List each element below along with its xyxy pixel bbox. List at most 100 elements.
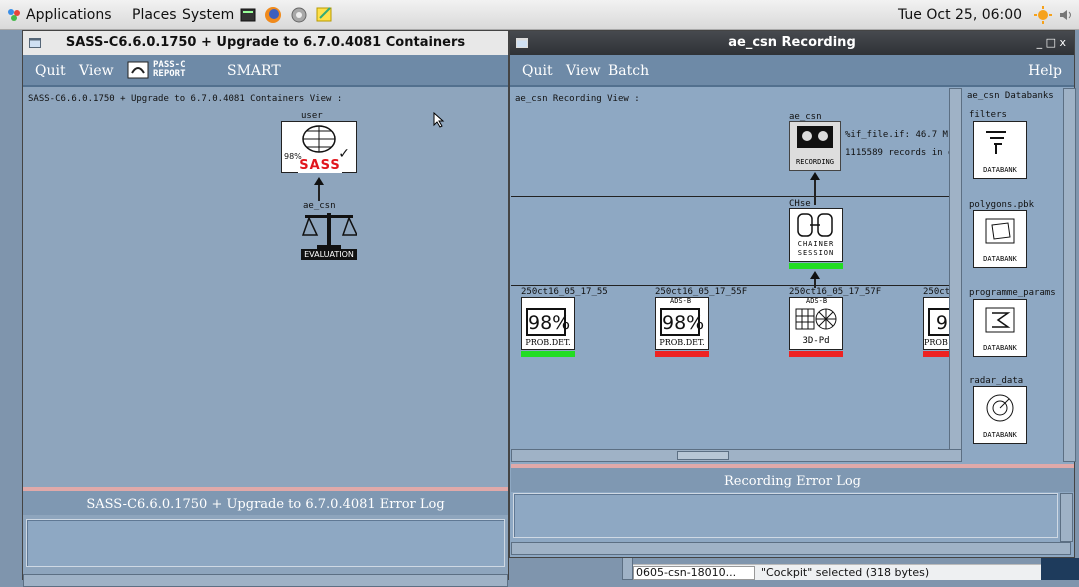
recording-canvas[interactable]: ae_csn Recording View : ae_csn RECORDING…: [511, 88, 949, 451]
containers-window-title-bar[interactable]: SASS-C6.6.0.1750 + Upgrade to 6.7.0.4081…: [23, 31, 508, 55]
chainer-session-icon[interactable]: CHAINER SESSION: [789, 208, 843, 262]
radar-icon: [986, 394, 1014, 422]
databank-caption: DATABANK: [983, 166, 1017, 174]
filter-icon: [986, 131, 1006, 154]
recording-icon[interactable]: RECORDING: [789, 121, 841, 171]
sass-text: SASS: [298, 158, 342, 173]
node-status-bar: [923, 351, 949, 357]
applications-icon[interactable]: [6, 7, 22, 23]
sigma-icon: [985, 307, 1015, 333]
databanks-panel[interactable]: ae_csn Databanks filters DATABANK polygo…: [963, 88, 1063, 462]
window-controls[interactable]: _ □ x: [1037, 31, 1066, 55]
prob-det-node-icon[interactable]: 98 PROB: [923, 297, 949, 350]
smart-menu[interactable]: SMART: [227, 63, 281, 79]
user-label: user: [301, 111, 323, 121]
settings-icon[interactable]: [290, 6, 308, 24]
ads-b-label: ADS-B: [670, 297, 692, 305]
error-log-horizontal-scrollbar[interactable]: [511, 542, 1071, 555]
evaluation-icon[interactable]: EVALUATION: [301, 211, 357, 261]
recording-error-log[interactable]: [513, 493, 1058, 538]
databank-radar-data-icon[interactable]: DATABANK: [973, 386, 1027, 444]
chainer-caption-2: SESSION: [797, 249, 835, 257]
session-selector-value: 0605-csn-18010...: [636, 566, 737, 579]
taskbar-corner: [1041, 558, 1079, 580]
connector-line: [318, 183, 320, 201]
prob-det-value: 98%: [526, 308, 570, 336]
containers-error-log[interactable]: [26, 519, 505, 567]
firefox-icon[interactable]: [264, 6, 282, 24]
containers-window-title: SASS-C6.6.0.1750 + Upgrade to 6.7.0.4081…: [65, 35, 466, 50]
clock[interactable]: Tue Oct 25, 06:00: [898, 7, 1022, 23]
recording-window: ae_csn Recording _ □ x Quit View Batch H…: [509, 30, 1076, 558]
arrow-up-icon: [810, 271, 820, 279]
databank-caption: DATABANK: [983, 255, 1017, 263]
prob-det-node-icon[interactable]: 98% PROB.DET.: [521, 297, 575, 350]
databanks-header: ae_csn Databanks: [967, 91, 1054, 101]
applications-menu[interactable]: Applications: [26, 7, 112, 23]
report-logo-text: PASS-C REPORT: [153, 60, 186, 79]
recording-file-info: %if_file.if: 46.7 M: [845, 130, 948, 140]
arrow-up-icon: [314, 177, 324, 185]
databank-polygons-icon[interactable]: DATABANK: [973, 210, 1027, 268]
batch-menu[interactable]: Batch: [608, 63, 649, 79]
containers-error-log-header: SASS-C6.6.0.1750 + Upgrade to 6.7.0.4081…: [23, 487, 508, 515]
text-editor-icon[interactable]: [316, 5, 334, 23]
sass-container-icon[interactable]: 98% ✓ SASS: [281, 121, 357, 173]
recording-menubar: Quit View Batch Help: [510, 55, 1074, 87]
status-strip: 0605-csn-18010... "Cockpit" selected (31…: [633, 564, 1041, 580]
recording-window-title: ae_csn Recording: [728, 35, 856, 50]
databanks-vertical-scrollbar[interactable]: [1063, 88, 1076, 462]
terminal-icon[interactable]: [240, 7, 256, 23]
3d-pd-caption: 3D-Pd: [802, 336, 830, 346]
recording-vertical-scrollbar[interactable]: [949, 88, 962, 451]
quit-menu[interactable]: Quit: [522, 63, 553, 79]
scrollbar-thumb[interactable]: [677, 451, 729, 460]
databank-programme-params-icon[interactable]: DATABANK: [973, 299, 1027, 357]
databank-name: filters: [969, 110, 1007, 120]
pass-c-report-button[interactable]: PASS-C REPORT: [127, 61, 209, 79]
databank-caption: DATABANK: [983, 431, 1017, 439]
node-status-bar: [655, 351, 709, 357]
recording-error-log-header: Recording Error Log: [511, 464, 1074, 492]
recording-horizontal-scrollbar[interactable]: [511, 449, 962, 462]
places-menu[interactable]: Places: [132, 7, 177, 23]
view-menu[interactable]: View: [566, 63, 601, 79]
chainer-caption-1: CHAINER: [797, 240, 835, 248]
node-label: 250ct1: [923, 287, 949, 297]
globe-icon: [302, 125, 336, 153]
evaluation-text: EVALUATION: [301, 249, 357, 260]
3d-pd-node-icon[interactable]: ADS-B 3D-Pd: [789, 297, 843, 350]
system-menu[interactable]: System: [182, 7, 234, 23]
top-panel: Applications Places System Tue Oct 25, 0…: [0, 0, 1079, 30]
recording-records-info: 1115589 records in da: [845, 148, 949, 158]
error-log-vertical-scrollbar[interactable]: [1060, 493, 1073, 542]
containers-horizontal-scrollbar[interactable]: [23, 574, 508, 587]
selection-status: "Cockpit" selected (318 bytes): [761, 566, 930, 579]
quit-menu[interactable]: Quit: [35, 63, 66, 79]
background-scrollbar[interactable]: [622, 556, 633, 580]
balance-scale-icon: [301, 213, 357, 249]
divider-line: [511, 196, 949, 197]
view-menu[interactable]: View: [79, 63, 114, 79]
radar-grid-icon: [795, 308, 837, 330]
recording-caption: RECORDING: [796, 158, 834, 166]
prob-det-node-icon[interactable]: ADS-B 98% PROB.DET.: [655, 297, 709, 350]
session-selector[interactable]: 0605-csn-18010...: [633, 566, 755, 580]
databank-caption: DATABANK: [983, 344, 1017, 352]
help-menu[interactable]: Help: [1028, 63, 1062, 79]
recording-window-title-bar[interactable]: ae_csn Recording _ □ x: [510, 31, 1074, 55]
databank-filters-icon[interactable]: DATABANK: [973, 121, 1027, 179]
node-label: 250ct16_05_17_57F: [789, 287, 882, 297]
databank-name: radar_data: [969, 376, 1024, 386]
connector-line: [814, 179, 816, 205]
window-menu-icon[interactable]: [516, 38, 528, 48]
volume-icon[interactable]: [1058, 7, 1074, 23]
window-menu-icon[interactable]: [29, 38, 41, 48]
ads-b-label: ADS-B: [806, 297, 828, 305]
divider-line: [511, 285, 949, 286]
chain-icon: [797, 213, 833, 237]
report-logo-icon: [127, 61, 149, 79]
databank-name: programme_params: [969, 288, 1056, 298]
chainer-status-bar: [789, 263, 843, 269]
node-label: 250ct16_05_17_55F: [655, 287, 748, 297]
